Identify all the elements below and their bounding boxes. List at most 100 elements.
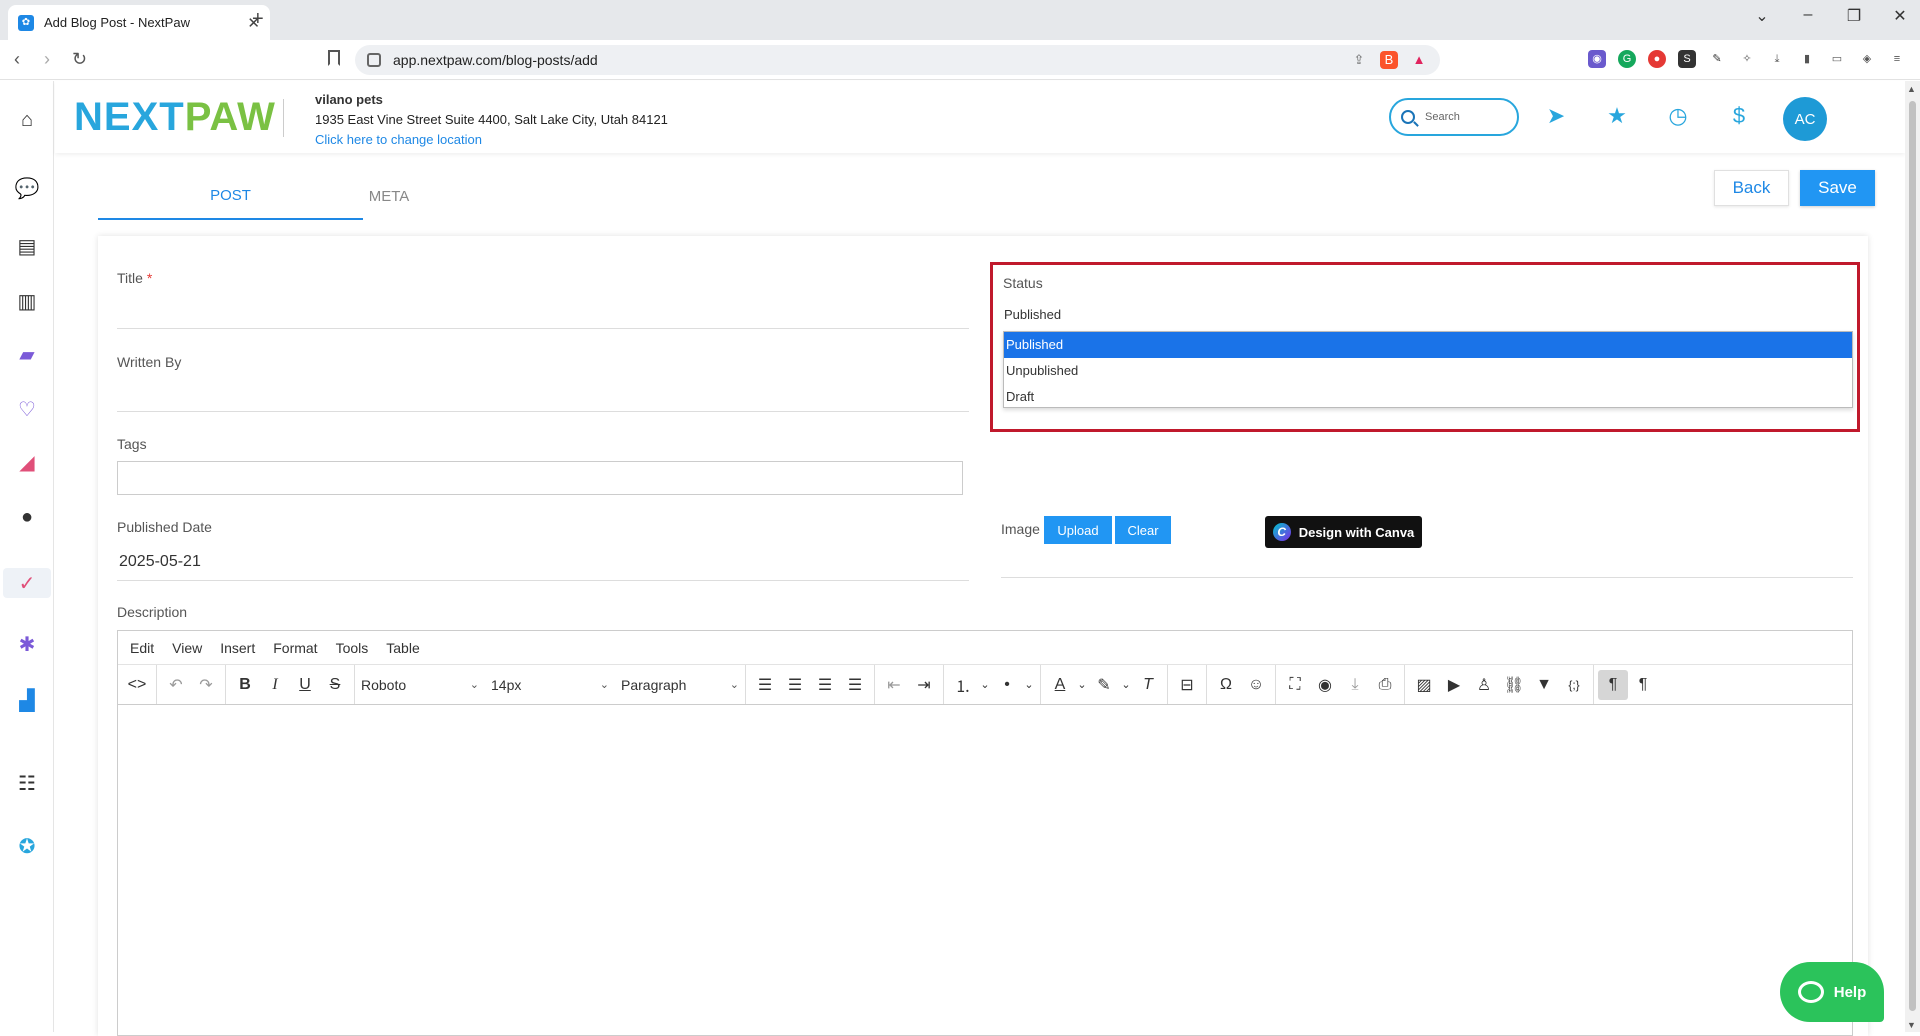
team-icon[interactable]: ☷ [12, 768, 42, 798]
clear-button[interactable]: Clear [1115, 516, 1171, 544]
indent-icon[interactable]: ⇥ [909, 670, 939, 700]
send-icon[interactable]: ➤ [1543, 103, 1569, 129]
extension-3-icon[interactable]: ● [1648, 50, 1666, 68]
scroll-up-icon[interactable]: ▲ [1907, 84, 1916, 94]
special-character-icon[interactable]: Ω [1211, 670, 1241, 700]
save-button[interactable]: Save [1800, 170, 1875, 206]
chevron-down-icon[interactable]: ⌄ [1075, 670, 1089, 700]
brave-rewards-icon[interactable]: ▲ [1410, 51, 1428, 69]
emoji-icon[interactable]: ☺ [1241, 670, 1271, 700]
outdent-icon[interactable]: ⇤ [879, 670, 909, 700]
clear-formatting-icon[interactable]: T [1133, 670, 1163, 700]
extension-s-icon[interactable]: S [1678, 50, 1696, 68]
blog-icon[interactable]: ✓ [3, 568, 51, 598]
vpn-icon[interactable]: ◈ [1858, 50, 1876, 68]
extension-1-icon[interactable]: ◉ [1588, 50, 1606, 68]
chevron-down-icon[interactable]: ⌄ [1022, 670, 1036, 700]
home-icon[interactable]: ⌂ [12, 105, 42, 135]
save-download-icon[interactable]: ⤓ [1340, 670, 1370, 700]
help-button[interactable]: Help [1780, 962, 1884, 1022]
ticket-icon[interactable]: ▰ [12, 339, 42, 369]
italic-icon[interactable]: I [260, 670, 290, 700]
status-option-published[interactable]: Published [1004, 332, 1852, 358]
forward-arrow-icon[interactable]: › [44, 49, 50, 70]
bookmark-icon[interactable] [328, 50, 340, 66]
restore-icon[interactable]: ❐ [1844, 6, 1864, 26]
clock-icon[interactable]: ◷ [1665, 103, 1691, 129]
new-tab-icon[interactable]: + [252, 8, 264, 31]
reload-icon[interactable]: ↻ [72, 49, 87, 70]
tags-input[interactable] [117, 461, 963, 495]
font-size-select[interactable]: 14px ⌄ [485, 665, 615, 704]
download-icon[interactable]: ⤓ [1768, 50, 1786, 68]
bullet-list-icon[interactable]: • [992, 670, 1022, 700]
grammarly-icon[interactable]: G [1618, 50, 1636, 68]
site-info-icon[interactable] [367, 53, 381, 67]
align-right-icon[interactable]: ☰ [810, 670, 840, 700]
highlight-color-icon[interactable]: ✎ [1089, 670, 1119, 700]
billing-icon[interactable]: $ [1726, 103, 1752, 129]
menu-format[interactable]: Format [273, 640, 317, 656]
minimize-icon[interactable]: – [1798, 6, 1818, 26]
tab-meta[interactable]: META [324, 172, 454, 220]
status-option-unpublished[interactable]: Unpublished [1004, 358, 1852, 384]
back-button[interactable]: Back [1714, 170, 1789, 206]
microphone-icon[interactable]: ● [12, 502, 42, 532]
print-icon[interactable]: ⎙ [1370, 670, 1400, 700]
published-date-field[interactable]: 2025-05-21 [119, 553, 201, 571]
title-field[interactable] [117, 328, 969, 329]
strikethrough-icon[interactable]: S [320, 670, 350, 700]
anchor-bookmark-icon[interactable]: ▼ [1529, 670, 1559, 700]
pen-icon[interactable]: ✎ [1708, 50, 1726, 68]
analytics-icon[interactable]: ▟ [12, 685, 42, 715]
source-code-icon[interactable]: <> [122, 670, 152, 700]
bold-icon[interactable]: B [230, 670, 260, 700]
wallet-icon[interactable]: ▭ [1828, 50, 1846, 68]
insert-template-icon[interactable]: ♙ [1469, 670, 1499, 700]
design-with-canva-button[interactable]: C Design with Canva [1265, 516, 1422, 548]
sidebar-toggle-icon[interactable]: ▮ [1798, 50, 1816, 68]
justify-icon[interactable]: ☰ [840, 670, 870, 700]
page-break-icon[interactable]: ⊟ [1172, 670, 1202, 700]
rtl-direction-icon[interactable]: ¶ [1628, 670, 1658, 700]
chat-icon[interactable]: 💬 [12, 173, 42, 203]
puzzle-icon[interactable]: ✧ [1738, 50, 1756, 68]
block-format-select[interactable]: Paragraph ⌄ [615, 665, 745, 704]
upload-button[interactable]: Upload [1044, 516, 1112, 544]
numbered-list-icon[interactable]: ⒈ [948, 670, 978, 700]
page-scrollbar[interactable]: ▲ ▼ [1905, 81, 1920, 1032]
preview-icon[interactable]: ◉ [1310, 670, 1340, 700]
share-icon[interactable]: ⇪ [1350, 51, 1368, 69]
written-by-field[interactable] [117, 411, 969, 412]
menu-tools[interactable]: Tools [336, 640, 369, 656]
scrollbar-thumb[interactable] [1909, 101, 1916, 1011]
chevron-down-icon[interactable]: ⌄ [978, 670, 992, 700]
underline-icon[interactable]: U [290, 670, 320, 700]
menu-edit[interactable]: Edit [130, 640, 154, 656]
fullscreen-icon[interactable]: ⛶ [1280, 670, 1310, 700]
undo-icon[interactable]: ↶ [161, 670, 191, 700]
avatar[interactable]: AC [1783, 97, 1827, 141]
status-select[interactable]: Published [1004, 307, 1061, 322]
menu-insert[interactable]: Insert [220, 640, 255, 656]
insert-image-icon[interactable]: ▨ [1409, 670, 1439, 700]
redo-icon[interactable]: ↷ [191, 670, 221, 700]
nextpaw-logo[interactable]: NEXTPAW [74, 95, 276, 140]
donate-icon[interactable]: ♡ [12, 394, 42, 424]
back-arrow-icon[interactable]: ‹ [14, 49, 20, 70]
like-stars-icon[interactable]: ★ [1604, 103, 1630, 129]
building-icon[interactable]: ▥ [12, 286, 42, 316]
insert-media-icon[interactable]: ▶ [1439, 670, 1469, 700]
change-location-link[interactable]: Click here to change location [315, 132, 482, 147]
brave-shield-icon[interactable]: B [1380, 51, 1398, 69]
megaphone-icon[interactable]: ◢ [12, 447, 42, 477]
menu-icon[interactable]: ≡ [1888, 50, 1906, 68]
insert-link-icon[interactable]: ⛓ [1499, 670, 1529, 700]
gift-icon[interactable]: ✱ [12, 629, 42, 659]
align-center-icon[interactable]: ☰ [780, 670, 810, 700]
browser-tab[interactable]: ✿ Add Blog Post - NextPaw ✕ [8, 5, 270, 40]
editor-content-area[interactable] [118, 705, 1852, 1035]
menu-table[interactable]: Table [386, 640, 419, 656]
award-icon[interactable]: ✪ [12, 831, 42, 861]
menu-view[interactable]: View [172, 640, 202, 656]
